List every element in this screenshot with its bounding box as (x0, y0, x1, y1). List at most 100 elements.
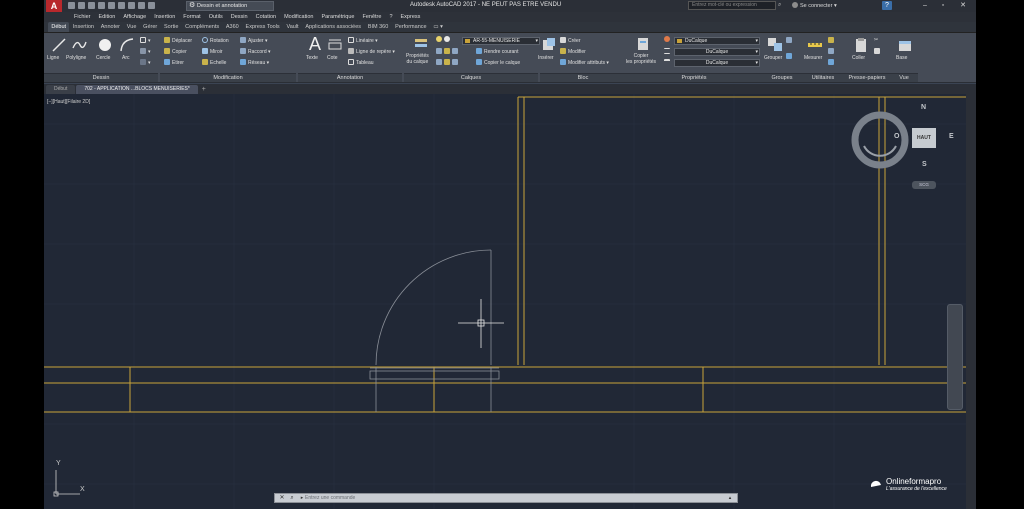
linetype-icon[interactable] (664, 48, 672, 56)
hatch-icon[interactable]: ▾ (140, 48, 151, 56)
tab-applications-associees[interactable]: Applications associées (302, 22, 364, 32)
viewcube-top-face[interactable]: HAUT (912, 128, 936, 148)
file-tab-drawing[interactable]: 702 - APPLICATION ...BLOCS MENUISERIES* (76, 85, 198, 94)
drawing-canvas[interactable]: [−][Haut][Filaire 2D] Y X (44, 94, 966, 509)
minimize-button[interactable]: – (918, 1, 932, 11)
wcs-menu[interactable]: SCG (912, 181, 936, 189)
measure-icon[interactable] (806, 36, 824, 54)
tab-bim360[interactable]: BIM 360 (364, 22, 391, 32)
trim-button[interactable]: Ajuster ▾ (240, 37, 267, 45)
menu-edition[interactable]: Edition (95, 12, 120, 22)
text-icon[interactable]: A (306, 35, 324, 53)
edit-block-button[interactable]: Modifier (560, 48, 586, 56)
print-icon[interactable] (128, 2, 135, 9)
tab-vue[interactable]: Vue (123, 22, 139, 32)
search-input[interactable]: Entrez mot-clé ou expression (688, 1, 776, 10)
make-current-button[interactable]: Rendre courant (476, 48, 518, 56)
linetype-dropdown[interactable]: DuCalque ▾ (674, 48, 760, 56)
fillet-button[interactable]: Raccord ▾ (240, 48, 271, 56)
workspace-dropdown[interactable]: ⚙ Dessin et annotation (186, 1, 274, 11)
layer-tools-icons-2[interactable] (436, 59, 460, 67)
tab-complements[interactable]: Compléments (182, 22, 223, 32)
copy-clip-icon[interactable] (874, 48, 882, 56)
panel-modification-label[interactable]: Modification (160, 73, 296, 82)
mirror-button[interactable]: Miroir (202, 48, 223, 56)
match-properties-icon[interactable] (634, 35, 652, 53)
sign-in-button[interactable]: Se connecter ▾ (792, 2, 837, 9)
redo-icon[interactable] (148, 2, 155, 9)
web-open-icon[interactable] (108, 2, 115, 9)
dimension-button-label[interactable]: Cote (327, 55, 338, 61)
copy-layer-button[interactable]: Copier le calque (476, 59, 520, 67)
cut-icon[interactable]: ✂ (874, 37, 878, 44)
menu-aide[interactable]: ? (385, 12, 396, 22)
help-icon[interactable]: ? (882, 1, 892, 10)
web-save-icon[interactable] (118, 2, 125, 9)
layer-properties-label[interactable]: Propriétés du calque (406, 53, 429, 65)
text-button-label[interactable]: Texte (306, 55, 318, 61)
arc-icon[interactable] (118, 36, 136, 54)
menu-parametrique[interactable]: Paramétrique (317, 12, 358, 22)
command-history-icon[interactable]: ▴ (725, 494, 735, 502)
polyline-icon[interactable] (70, 36, 88, 54)
navigation-bar[interactable] (947, 304, 963, 410)
line-button-label[interactable]: Ligne (47, 55, 59, 61)
panel-dessin-label[interactable]: Dessin (44, 73, 158, 82)
application-menu-button[interactable]: A (46, 0, 62, 12)
dimension-icon[interactable] (326, 36, 344, 54)
layer-state-icons[interactable] (436, 36, 452, 44)
paste-button-label[interactable]: Coller (852, 55, 865, 61)
group-icon[interactable] (766, 35, 784, 53)
panel-groupes-label[interactable]: Groupes (762, 73, 802, 82)
undo-icon[interactable] (138, 2, 145, 9)
utility-tools-icons[interactable] (828, 37, 836, 45)
compass-east[interactable]: E (949, 133, 954, 140)
layer-dropdown[interactable]: AR-55-MENUISERIE ▾ (462, 37, 540, 45)
rotate-button[interactable]: Rotation (202, 37, 229, 45)
draw-more-icon[interactable]: ▾ (140, 59, 151, 67)
edit-attributes-button[interactable]: Modifier attributs ▾ (560, 59, 609, 67)
circle-button-label[interactable]: Cercle (96, 55, 110, 61)
compass-north[interactable]: N (921, 104, 926, 111)
compass-west[interactable]: O (894, 133, 899, 140)
tab-express-tools[interactable]: Express Tools (242, 22, 283, 32)
search-icon[interactable]: ⌕ (778, 2, 781, 9)
lineweight-icon[interactable] (664, 59, 672, 67)
panel-presse-papiers-label[interactable]: Presse-papiers (844, 73, 890, 82)
base-view-icon[interactable] (896, 36, 914, 54)
leader-button[interactable]: Ligne de repère ▾ (348, 48, 395, 56)
scale-button[interactable]: Echelle (202, 59, 226, 67)
match-properties-label[interactable]: Copier les propriétés (626, 53, 656, 65)
insert-block-icon[interactable] (540, 36, 558, 54)
new-icon[interactable] (68, 2, 75, 9)
tab-sortie[interactable]: Sortie (161, 22, 182, 32)
arc-button-label[interactable]: Arc (122, 55, 130, 61)
viewport-controls[interactable]: [−][Haut][Filaire 2D] (47, 99, 90, 105)
tab-gerer[interactable]: Gérer (140, 22, 161, 32)
paste-icon[interactable] (852, 36, 870, 54)
copy-button[interactable]: Copier (164, 48, 187, 56)
panel-vue-label[interactable]: Vue (890, 73, 918, 82)
base-button-label[interactable]: Base (896, 55, 907, 61)
panel-proprietes-label[interactable]: Propriétés (626, 73, 762, 82)
group-button-label[interactable]: Grouper (764, 55, 782, 61)
vertical-scrollbar[interactable] (966, 94, 976, 509)
menu-fenetre[interactable]: Fenêtre (358, 12, 385, 22)
create-block-button[interactable]: Créer (560, 37, 581, 45)
group-edit-icon[interactable] (786, 53, 794, 61)
lineweight-dropdown[interactable]: DuCalque ▾ (674, 59, 760, 67)
menu-cotation[interactable]: Cotation (252, 12, 281, 22)
ribbon-toggle-icon[interactable]: ▭ ▾ (430, 22, 446, 32)
maximize-button[interactable]: ▫ (936, 1, 950, 11)
layer-properties-icon[interactable] (412, 35, 430, 53)
stretch-button[interactable]: Etirer (164, 59, 184, 67)
file-tab-start[interactable]: Début (46, 85, 76, 94)
command-input[interactable]: Entrez une commande (305, 495, 705, 501)
new-tab-icon[interactable]: + (199, 85, 209, 94)
close-cmd-icon[interactable]: ✕ (277, 494, 287, 502)
search-cmd-icon[interactable]: ⌕ (287, 494, 297, 502)
menu-insertion[interactable]: Insertion (150, 12, 179, 22)
menu-modification[interactable]: Modification (280, 12, 317, 22)
circle-icon[interactable] (96, 36, 114, 54)
line-icon[interactable] (50, 36, 68, 54)
